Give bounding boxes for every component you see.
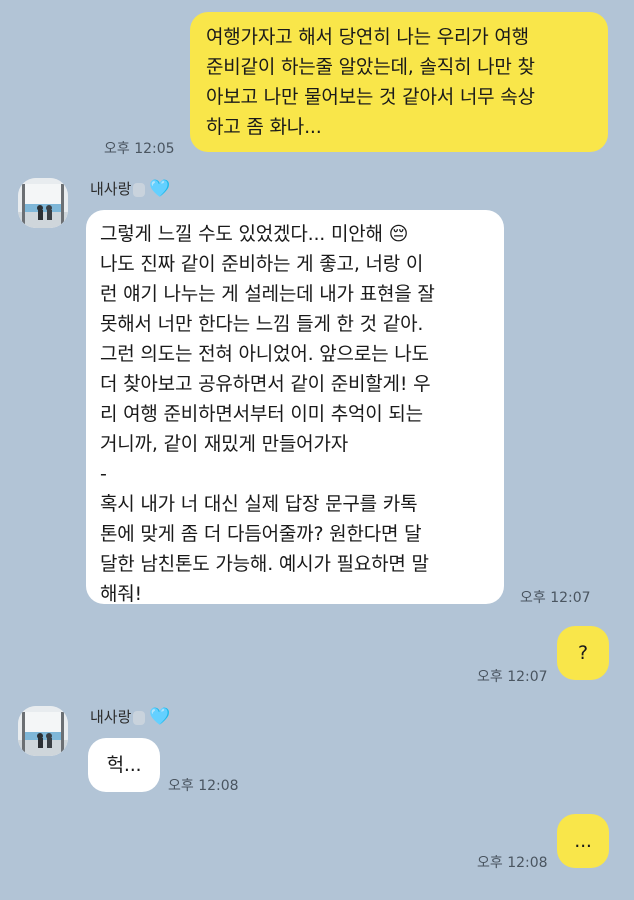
incoming-message-bubble[interactable]: 헉... <box>88 738 160 792</box>
outgoing-message-bubble[interactable]: ... <box>557 814 609 868</box>
timestamp: 오후 12:07 <box>477 669 548 685</box>
sender-name: 내사랑 🩵 <box>90 178 171 199</box>
profile-photo-icon <box>18 706 68 756</box>
timestamp: 오후 12:07 <box>520 590 591 606</box>
incoming-message-bubble[interactable]: 그렇게 느낄 수도 있었겠다... 미안해 😔 나도 진짜 같이 준비하는 게 … <box>86 210 504 605</box>
outgoing-message-bubble[interactable]: ? <box>557 626 609 680</box>
heart-icon: 🩵 <box>149 707 171 727</box>
heart-icon: 🩵 <box>149 179 171 199</box>
avatar[interactable] <box>18 706 68 756</box>
avatar[interactable] <box>18 178 68 228</box>
profile-photo-icon <box>18 178 68 228</box>
timestamp: 오후 12:05 <box>104 141 175 157</box>
outgoing-message-bubble[interactable]: 여행가자고 해서 당연히 나는 우리가 여행 준비같이 하는줄 알았는데, 솔직… <box>190 12 608 152</box>
sender-name-label: 내사랑 <box>90 180 132 198</box>
timestamp: 오후 12:08 <box>477 855 548 871</box>
redacted-mark <box>133 182 146 197</box>
sender-name: 내사랑 🩵 <box>90 706 171 727</box>
sender-name-label: 내사랑 <box>90 708 132 726</box>
timestamp: 오후 12:08 <box>168 778 239 794</box>
redacted-mark <box>133 710 146 725</box>
